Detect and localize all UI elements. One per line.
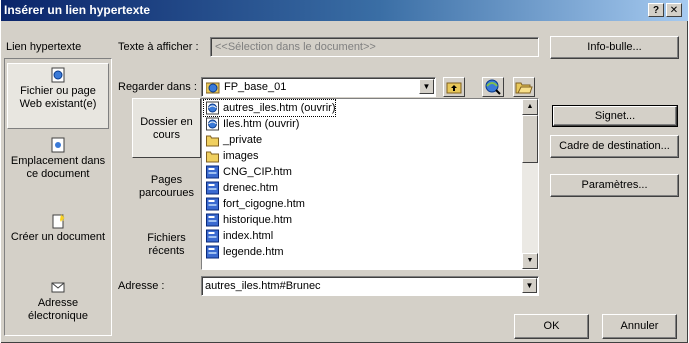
address-label: Adresse : bbox=[118, 280, 165, 292]
address-value: autres_iles.htm#Brunec bbox=[205, 280, 321, 292]
new-document-icon bbox=[52, 214, 65, 229]
file-list-item[interactable]: images bbox=[204, 148, 258, 164]
link-to-place-label: Emplacement dans ce document bbox=[10, 155, 106, 180]
up-folder-icon bbox=[446, 82, 462, 94]
file-list-item[interactable]: index.html bbox=[204, 228, 273, 244]
browse-file-button[interactable] bbox=[513, 77, 535, 97]
ie-page-icon bbox=[206, 117, 219, 131]
browsed-pages-label: Pages parcourues bbox=[138, 174, 195, 199]
look-in-label: Regarder dans : bbox=[118, 81, 197, 93]
link-to-panel: Fichier ou page Web existant(e) Emplacem… bbox=[4, 58, 112, 336]
file-list[interactable]: autres_iles.htm (ouvrir) Iles.htm (ouvrir… bbox=[201, 98, 539, 270]
scroll-up-icon[interactable]: ▲ bbox=[522, 99, 538, 115]
recent-files-tab[interactable]: Fichiers récents bbox=[132, 228, 201, 262]
file-list-item[interactable]: _private bbox=[204, 132, 262, 148]
file-list-item[interactable]: autres_iles.htm (ouvrir) bbox=[202, 99, 337, 117]
file-list-item[interactable]: drenec.htm bbox=[204, 180, 278, 196]
target-frame-button[interactable]: Cadre de destination... bbox=[550, 135, 679, 158]
browse-type-panel: Dossier en cours Pages parcourues Fichie… bbox=[132, 98, 201, 270]
frontpage-page-icon bbox=[206, 229, 219, 243]
frontpage-page-icon bbox=[206, 197, 219, 211]
hyperlink-dialog: Insérer un lien hypertexte ? ✕ Lien hype… bbox=[1, 0, 688, 343]
open-folder-icon bbox=[515, 82, 533, 94]
window-title: Insérer un lien hypertexte bbox=[4, 3, 151, 17]
file-list-item[interactable]: historique.htm bbox=[204, 212, 292, 228]
ok-button[interactable]: OK bbox=[514, 314, 589, 339]
frontpage-page-icon bbox=[206, 165, 219, 179]
file-name: historique.htm bbox=[223, 214, 293, 226]
folder-icon bbox=[206, 151, 219, 163]
link-to-place-in-document[interactable]: Emplacement dans ce document bbox=[7, 137, 109, 193]
current-folder-tab[interactable]: Dossier en cours bbox=[132, 98, 201, 158]
chevron-down-icon[interactable]: ▼ bbox=[419, 79, 434, 94]
file-name: drenec.htm bbox=[223, 182, 279, 194]
file-name: autres_iles.htm (ouvrir) bbox=[223, 102, 336, 114]
file-list-item[interactable]: CNG_CIP.htm bbox=[204, 164, 292, 180]
scroll-thumb[interactable] bbox=[522, 115, 538, 163]
cancel-button[interactable]: Annuler bbox=[602, 314, 677, 339]
file-list-scrollbar[interactable]: ▲ ▼ bbox=[522, 99, 538, 269]
file-name: fort_cigogne.htm bbox=[223, 198, 305, 210]
file-name: images bbox=[223, 150, 259, 162]
text-to-display-label: Texte à afficher : bbox=[118, 41, 199, 53]
email-icon bbox=[51, 282, 65, 293]
browsed-pages-tab[interactable]: Pages parcourues bbox=[132, 170, 201, 204]
document-location-icon bbox=[51, 137, 65, 153]
file-list-item[interactable]: legende.htm bbox=[204, 244, 284, 260]
look-in-value: FP_base_01 bbox=[224, 81, 287, 93]
frontpage-page-icon bbox=[206, 213, 219, 227]
up-folder-button[interactable] bbox=[443, 77, 465, 97]
file-name: CNG_CIP.htm bbox=[223, 166, 292, 178]
link-to-email[interactable]: Adresse électronique bbox=[7, 279, 109, 325]
link-to-new-document-label: Créer un document bbox=[10, 231, 106, 243]
info-bulle-button[interactable]: Info-bulle... bbox=[550, 36, 679, 59]
link-to-existing-file-label: Fichier ou page Web existant(e) bbox=[19, 85, 97, 110]
ie-page-icon bbox=[206, 101, 219, 115]
close-button[interactable]: ✕ bbox=[666, 3, 682, 17]
web-page-icon bbox=[51, 67, 65, 83]
text-to-display-value: <<Sélection dans le document>> bbox=[215, 41, 376, 53]
file-name: legende.htm bbox=[223, 246, 284, 258]
chevron-down-icon[interactable]: ▼ bbox=[522, 278, 537, 293]
browse-web-icon bbox=[485, 79, 501, 95]
link-to-email-label: Adresse électronique bbox=[28, 297, 88, 322]
current-folder-label: Dossier en cours bbox=[140, 116, 193, 141]
scroll-down-icon[interactable]: ▼ bbox=[522, 253, 538, 269]
help-button[interactable]: ? bbox=[648, 3, 664, 17]
link-to-existing-file[interactable]: Fichier ou page Web existant(e) bbox=[7, 63, 109, 129]
signet-button[interactable]: Signet... bbox=[552, 105, 678, 127]
text-to-display-field[interactable]: <<Sélection dans le document>> bbox=[210, 37, 539, 57]
recent-files-label: Fichiers récents bbox=[147, 232, 186, 257]
folder-icon bbox=[206, 135, 219, 147]
link-to-new-document[interactable]: Créer un document bbox=[7, 213, 109, 259]
file-name: Iles.htm (ouvrir) bbox=[223, 118, 300, 130]
browse-web-button[interactable] bbox=[482, 77, 504, 97]
link-to-label: Lien hypertexte bbox=[6, 41, 82, 53]
parameters-button[interactable]: Paramètres... bbox=[550, 174, 679, 197]
title-bar[interactable]: Insérer un lien hypertexte bbox=[1, 0, 688, 21]
look-in-dropdown[interactable]: FP_base_01 ▼ bbox=[201, 77, 436, 97]
frontpage-page-icon bbox=[206, 181, 219, 195]
file-name: index.html bbox=[223, 230, 274, 242]
address-combobox[interactable]: autres_iles.htm#Brunec ▼ bbox=[201, 276, 539, 296]
file-name: _private bbox=[223, 134, 263, 146]
file-list-item[interactable]: fort_cigogne.htm bbox=[204, 196, 305, 212]
frontpage-page-icon bbox=[206, 245, 219, 259]
web-folder-icon bbox=[206, 82, 220, 94]
file-list-item[interactable]: Iles.htm (ouvrir) bbox=[204, 116, 299, 132]
